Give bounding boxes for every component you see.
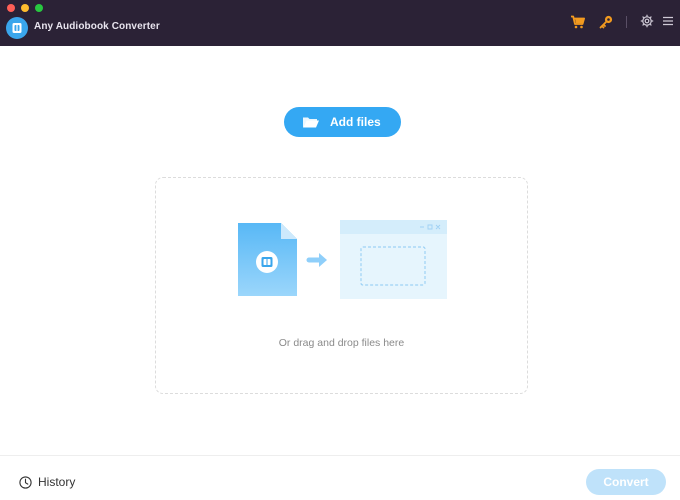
window-maximize-button[interactable] <box>35 4 43 12</box>
app-logo <box>6 17 28 39</box>
key-icon[interactable] <box>598 14 614 30</box>
add-files-label: Add files <box>330 115 381 129</box>
history-label: History <box>38 475 76 489</box>
history-button[interactable]: History <box>19 474 75 490</box>
toolbar-divider <box>626 16 627 28</box>
footer-divider <box>0 455 680 456</box>
folder-icon <box>302 115 320 129</box>
clock-icon <box>19 475 32 489</box>
drop-hint-text: Or drag and drop files here <box>278 337 405 349</box>
app-title: Any Audiobook Converter <box>34 21 160 32</box>
window-close-button[interactable] <box>7 4 15 12</box>
window-minimize-button[interactable] <box>21 4 29 12</box>
gear-icon[interactable] <box>640 14 656 30</box>
convert-button[interactable]: Convert <box>586 469 666 495</box>
drop-illustration <box>237 220 449 305</box>
cart-icon[interactable] <box>570 14 586 30</box>
menu-icon[interactable] <box>662 14 678 30</box>
add-files-button[interactable]: Add files <box>284 107 401 137</box>
title-bar: Any Audiobook Converter <box>0 0 680 46</box>
